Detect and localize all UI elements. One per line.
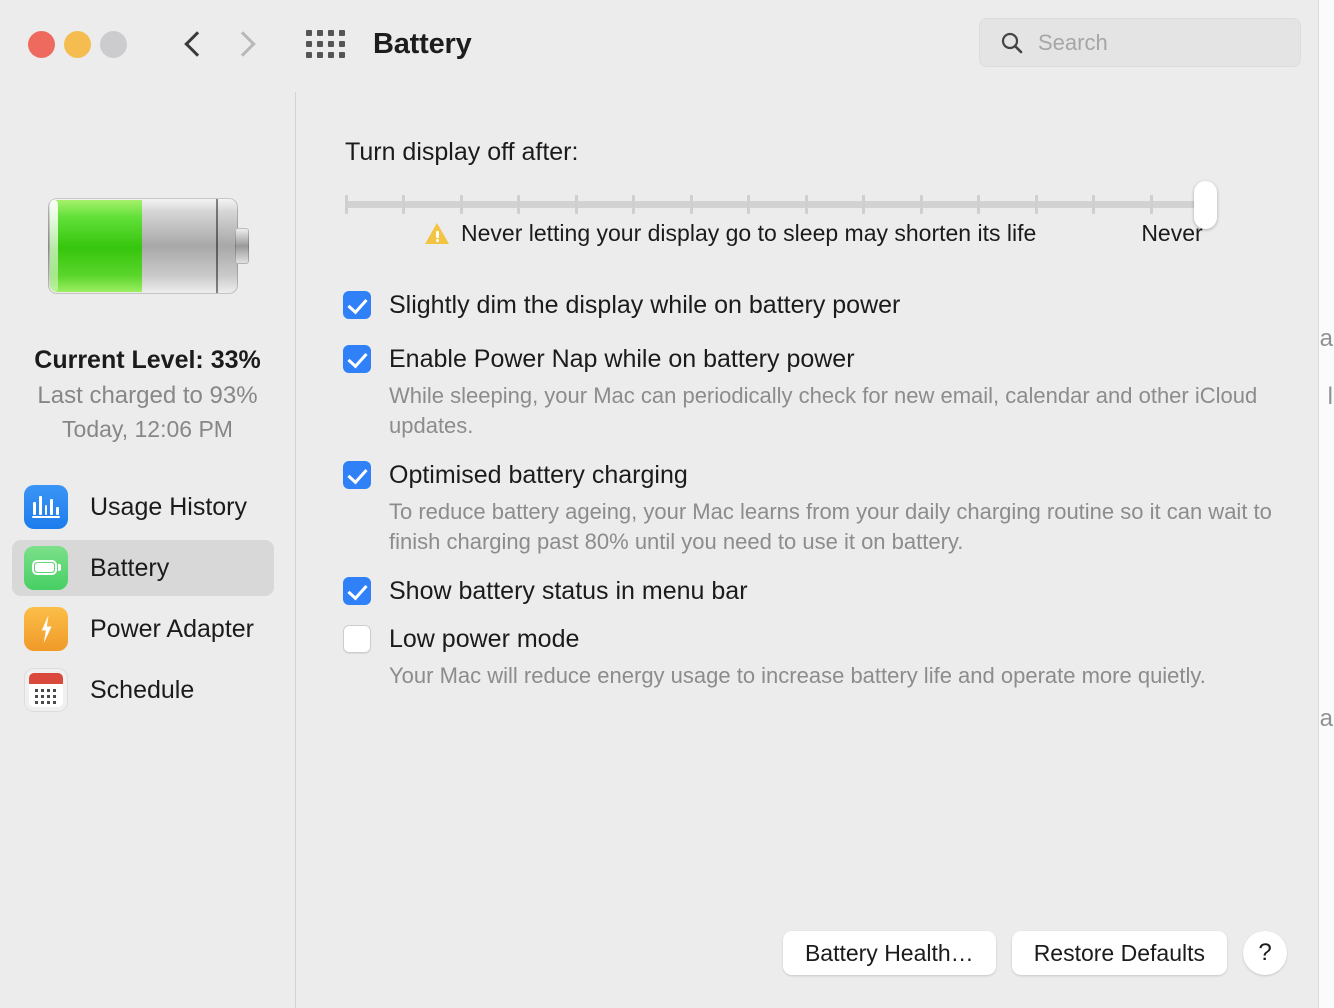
background-text-fragment: a <box>1319 325 1333 352</box>
slider-tick <box>920 195 923 214</box>
slider-ticks <box>345 195 1210 214</box>
option-description: To reduce battery ageing, your Mac learn… <box>389 499 1272 554</box>
battery-terminal <box>234 228 249 264</box>
slider-tick <box>747 195 750 214</box>
sidebar-item-label: Power Adapter <box>90 614 254 643</box>
battery-health-button[interactable]: Battery Health… <box>782 931 996 975</box>
battery-fill <box>49 200 142 292</box>
toolbar: Battery <box>0 0 1334 88</box>
background-text-fragment: l <box>1327 383 1333 410</box>
warning-text: Never letting your display go to sleep m… <box>461 220 1037 246</box>
bolt-icon <box>24 607 68 651</box>
option-label: Show battery status in menu bar <box>389 577 748 605</box>
display-sleep-slider[interactable] <box>345 181 1217 229</box>
checkbox[interactable] <box>343 291 371 319</box>
slider-tick <box>632 195 635 214</box>
background-window-edge: a l a <box>1318 0 1334 1008</box>
current-level-text: Current Level: 33% <box>34 346 261 374</box>
option-power-nap[interactable]: Enable Power Nap while on battery power <box>343 341 1283 377</box>
battery-illustration <box>47 198 249 294</box>
slider-tick <box>517 195 520 214</box>
option-slightly-dim[interactable]: Slightly dim the display while on batter… <box>343 287 1283 323</box>
battery-body <box>47 198 238 294</box>
navigation-arrows <box>182 32 256 56</box>
checkbox[interactable] <box>343 345 371 373</box>
options-list: Slightly dim the display while on batter… <box>343 287 1283 707</box>
zoom-button[interactable] <box>100 30 127 58</box>
option-label: Low power mode <box>389 625 580 653</box>
show-all-grid-icon[interactable] <box>306 30 345 58</box>
close-button[interactable] <box>28 30 55 58</box>
back-chevron-icon[interactable] <box>182 32 206 56</box>
sidebar-item-label: Battery <box>90 553 170 582</box>
battery-icon <box>24 546 68 590</box>
slider-tick <box>690 195 693 214</box>
minimise-button[interactable] <box>64 30 91 58</box>
option-description: While sleeping, your Mac can periodicall… <box>389 383 1258 438</box>
slider-tick <box>575 195 578 214</box>
sidebar: Current Level: 33% Last charged to 93% T… <box>0 92 296 1008</box>
battery-highlight <box>49 200 58 292</box>
sidebar-item-label: Schedule <box>90 675 195 704</box>
action-buttons: Battery Health… Restore Defaults ? <box>782 931 1287 975</box>
sidebar-item-power-adapter[interactable]: Power Adapter <box>12 601 274 657</box>
calendar-icon <box>24 668 68 712</box>
search-input[interactable] <box>1038 29 1268 56</box>
slider-tick <box>402 195 405 214</box>
page-title: Battery <box>373 27 472 60</box>
battery-preferences-window: Battery Current Level: 33% Last charged … <box>0 0 1334 1008</box>
forward-chevron-icon[interactable] <box>232 32 256 56</box>
checkbox[interactable] <box>343 577 371 605</box>
slider-tick <box>1150 195 1153 214</box>
search-field[interactable] <box>979 18 1301 67</box>
option-label: Enable Power Nap while on battery power <box>389 345 855 373</box>
last-charged-text: Last charged to 93% <box>37 382 258 409</box>
sidebar-item-usage-history[interactable]: Usage History <box>12 479 274 535</box>
help-button[interactable]: ? <box>1243 931 1287 975</box>
option-description: Your Mac will reduce energy usage to inc… <box>389 663 1206 688</box>
checkbox[interactable] <box>343 625 371 653</box>
slider-tick <box>805 195 808 214</box>
traffic-lights <box>28 30 127 58</box>
option-menu-bar-status[interactable]: Show battery status in menu bar <box>343 573 1283 609</box>
sidebar-item-battery[interactable]: Battery <box>12 540 274 596</box>
slider-tick <box>862 195 865 214</box>
sidebar-nav: Usage History Battery Power Adapter Sche… <box>0 479 295 718</box>
slider-tick <box>977 195 980 214</box>
option-optimised-charging[interactable]: Optimised battery charging <box>343 457 1283 493</box>
main-pane: Turn display off after: Never Never lett… <box>297 92 1318 1008</box>
warning-triangle-icon <box>425 222 449 245</box>
option-label: Slightly dim the display while on batter… <box>389 291 901 319</box>
search-icon <box>1001 32 1023 53</box>
slider-tick <box>460 195 463 214</box>
last-charged-time: Today, 12:06 PM <box>62 416 233 442</box>
sidebar-item-label: Usage History <box>90 492 247 521</box>
option-low-power-mode[interactable]: Low power mode <box>343 621 1283 657</box>
checkbox[interactable] <box>343 461 371 489</box>
bar-chart-icon <box>24 485 68 529</box>
slider-tick <box>1035 195 1038 214</box>
restore-defaults-button[interactable]: Restore Defaults <box>1011 931 1227 975</box>
sidebar-item-schedule[interactable]: Schedule <box>12 662 274 718</box>
display-sleep-label: Turn display off after: <box>345 138 579 166</box>
battery-divider <box>215 199 218 293</box>
slider-tick <box>1092 195 1095 214</box>
slider-tick <box>345 195 348 214</box>
option-label: Optimised battery charging <box>389 461 688 489</box>
sleep-warning: Never letting your display go to sleep m… <box>425 220 1036 247</box>
slider-max-label: Never <box>1141 220 1203 246</box>
background-text-fragment: a <box>1319 705 1333 732</box>
